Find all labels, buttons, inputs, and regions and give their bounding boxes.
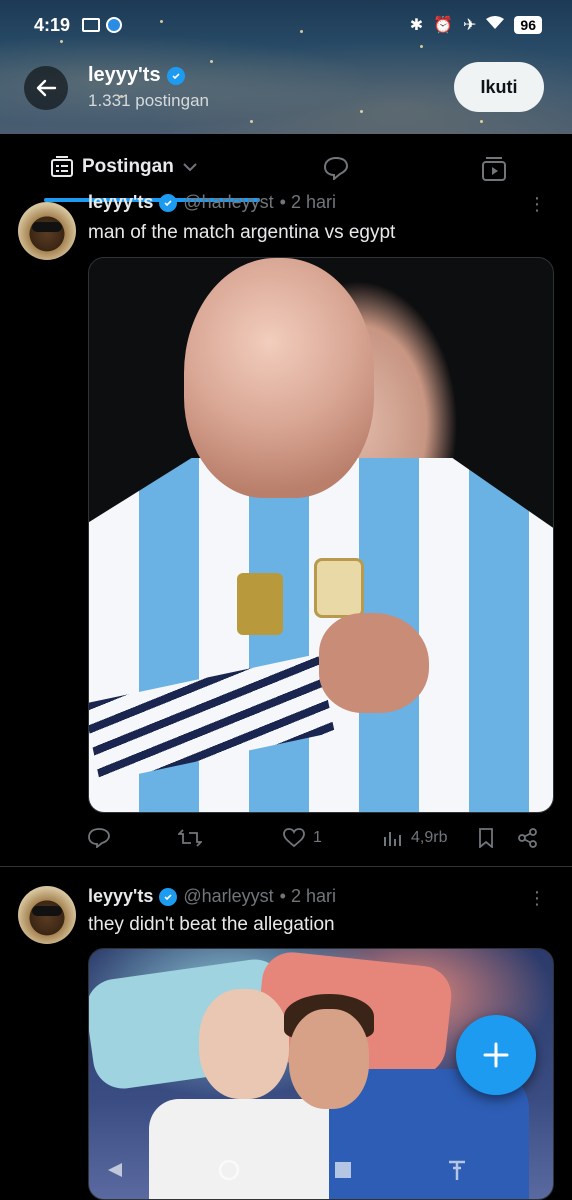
avatar[interactable] [18, 202, 76, 260]
status-bar: 4:19 ✱ ⏰ ✈ 96 [0, 0, 572, 50]
like-button[interactable]: 1 [283, 828, 383, 848]
wifi-icon [486, 15, 505, 35]
views-button[interactable]: 4,9rb [383, 829, 478, 847]
screen-record-icon [82, 18, 101, 32]
chevron-down-icon [183, 163, 197, 172]
more-options-icon[interactable]: ⋮ [528, 888, 546, 909]
bookmark-button[interactable] [478, 828, 518, 848]
tweet-text: they didn't beat the allegation [88, 914, 335, 935]
tweet-text: man of the match argentina vs egypt [88, 222, 396, 243]
verified-badge-icon [159, 193, 178, 212]
reply-button[interactable] [88, 828, 178, 848]
tab-media[interactable] [481, 156, 507, 187]
heart-icon [283, 828, 305, 848]
alarm-icon: ⏰ [433, 17, 454, 34]
nav-accessibility-icon[interactable] [445, 1158, 469, 1182]
tweet-time: • 2 hari [279, 886, 336, 906]
tweet-image[interactable] [88, 257, 554, 813]
tweet-author-name[interactable]: leyyy'ts [88, 192, 153, 213]
airplane-icon: ✈ [463, 17, 477, 34]
tab-replies[interactable] [323, 156, 349, 185]
posts-list-icon [51, 156, 73, 177]
share-icon [518, 828, 537, 848]
tweet-author-handle[interactable]: @harleyyst [183, 192, 273, 213]
profile-header-info: leyyy'ts 1.331 postingan [88, 64, 209, 111]
plus-icon [483, 1042, 509, 1068]
share-button[interactable] [518, 828, 548, 848]
arrow-left-icon [36, 79, 57, 97]
follow-button[interactable]: Ikuti [454, 62, 544, 112]
status-time: 4:19 [34, 14, 71, 35]
nav-home-icon[interactable] [217, 1158, 241, 1182]
tweet-author-name[interactable]: leyyy'ts [88, 886, 153, 907]
more-options-icon[interactable]: ⋮ [528, 194, 546, 215]
posts-count: 1.331 postingan [88, 91, 209, 110]
profile-name: leyyy'ts [88, 64, 161, 86]
reply-bubble-icon [323, 156, 349, 182]
profile-banner: 4:19 ✱ ⏰ ✈ 96 leyyy'ts 1.331 postingan I… [0, 0, 572, 134]
battery-indicator: 96 [514, 16, 542, 34]
media-play-icon [482, 157, 506, 181]
compose-post-button[interactable] [456, 1015, 536, 1095]
tweet-author-handle[interactable]: @harleyyst [183, 886, 273, 907]
tweet-divider [0, 866, 572, 867]
views-chart-icon [384, 832, 401, 846]
app-notification-icon [106, 17, 123, 33]
nav-back-icon[interactable] [103, 1158, 127, 1182]
repost-icon [178, 829, 202, 847]
avatar[interactable] [18, 886, 76, 944]
tweet-actions: 1 4,9rb [88, 828, 558, 848]
tab-posts-label: Postingan [82, 156, 174, 177]
reply-icon [88, 828, 110, 848]
verified-badge-icon [159, 887, 178, 906]
bluetooth-icon: ✱ [409, 17, 424, 34]
tweet-time: • 2 hari [279, 192, 336, 212]
bookmark-icon [479, 828, 493, 848]
tweet[interactable]: leyyy'ts @harleyyst • 2 hari ⋮ man of th… [0, 192, 572, 866]
system-navigation-bar [0, 1140, 572, 1200]
view-count: 4,9rb [411, 829, 448, 846]
like-count: 1 [313, 829, 322, 846]
nav-recents-icon[interactable] [331, 1158, 355, 1182]
verified-badge-icon [166, 66, 185, 85]
back-button[interactable] [24, 66, 68, 110]
tab-posts[interactable]: Postingan [50, 156, 198, 178]
repost-button[interactable] [178, 828, 283, 848]
